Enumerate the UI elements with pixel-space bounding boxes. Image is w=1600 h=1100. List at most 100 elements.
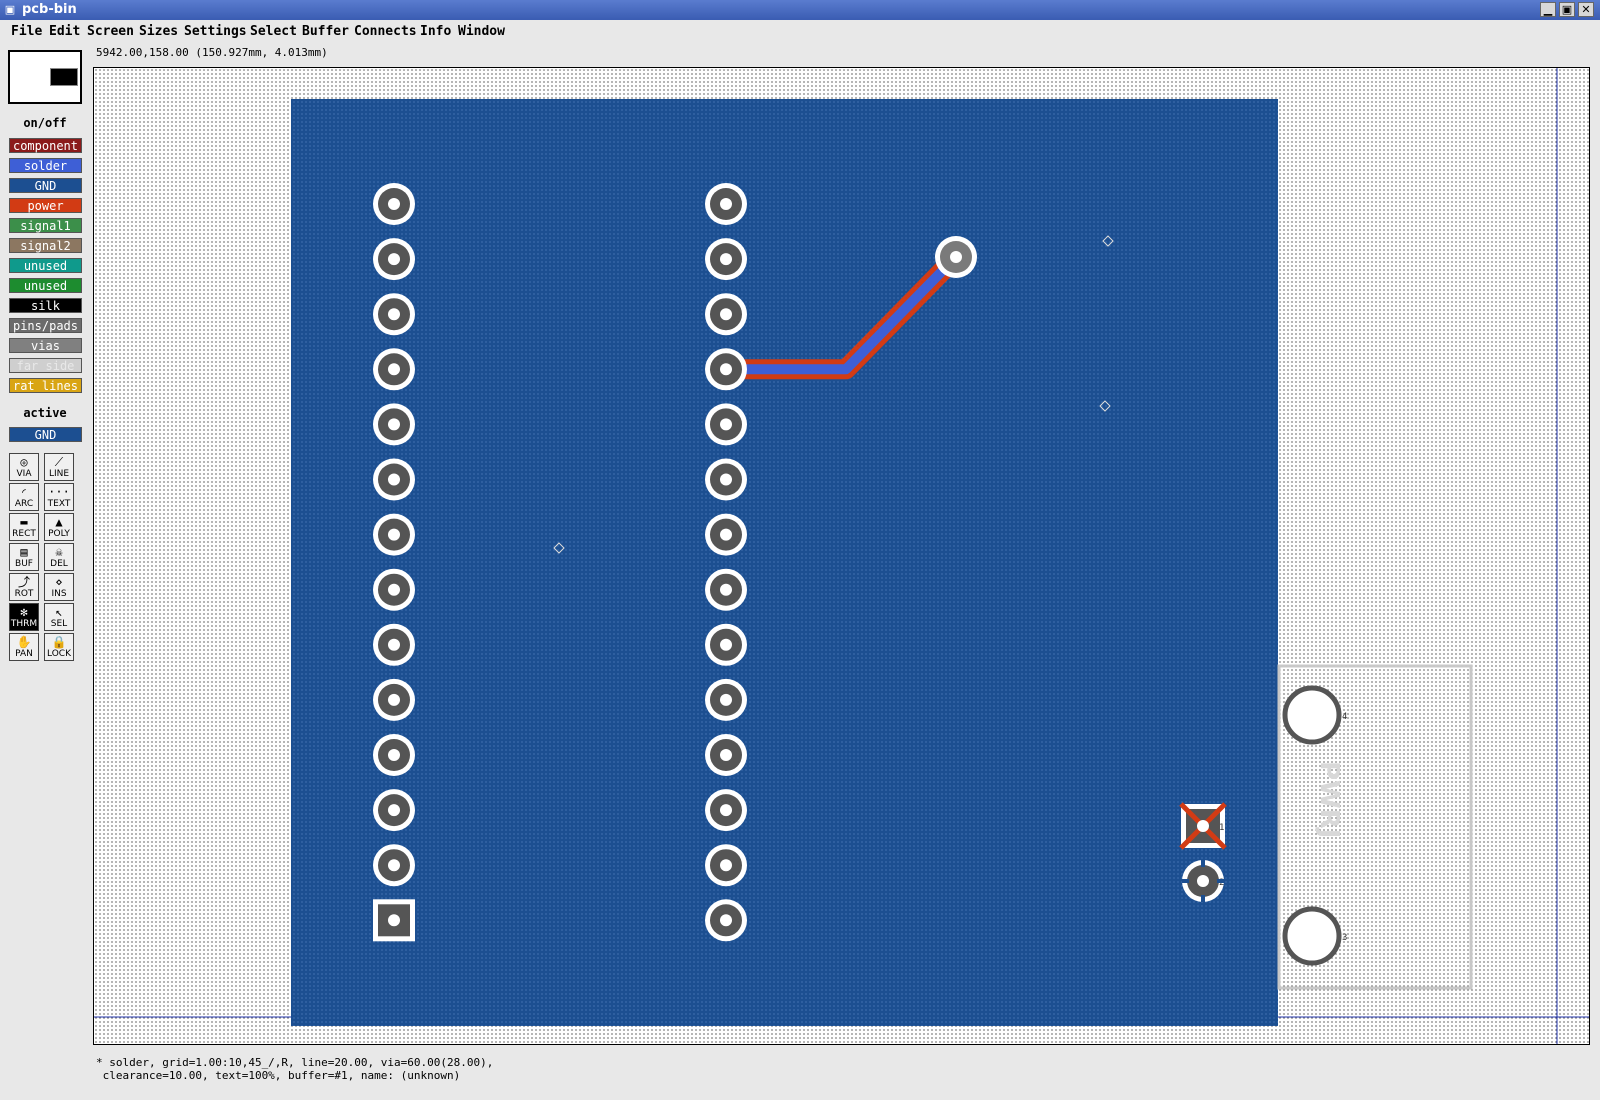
menu-settings[interactable]: Settings [184, 24, 247, 39]
menu-info[interactable]: Info [420, 24, 451, 39]
menu-window[interactable]: Window [458, 24, 505, 39]
active-label: active [23, 406, 67, 420]
menu-screen[interactable]: Screen [87, 24, 134, 39]
menu-connects[interactable]: Connects [354, 24, 417, 39]
header-pin-right-5[interactable] [705, 403, 747, 446]
pan-tool[interactable]: ✋ PAN [9, 633, 39, 661]
jack-pin-2-drill [1197, 875, 1209, 887]
header-pin-right-11-drill [720, 749, 732, 761]
text-tool[interactable]: ··· TEXT [44, 483, 74, 511]
status-line-2: clearance=10.00, text=100%, buffer=#1, n… [96, 1069, 461, 1082]
header-pin-left-7[interactable] [373, 513, 415, 556]
layer-toggle-silk[interactable]: silk [9, 298, 82, 313]
insert-tool[interactable]: ⋄ INS [44, 573, 74, 601]
layer-toggle-unused[interactable]: unused [9, 258, 82, 273]
poly-icon: ▲ [55, 515, 63, 529]
header-pin-left-12[interactable] [373, 789, 415, 832]
poly-tool[interactable]: ▲ POLY [44, 513, 74, 541]
header-pin-left-11[interactable] [373, 734, 415, 776]
via-tool[interactable]: ◎ VIA [9, 453, 39, 481]
header-pin-left-14[interactable] [373, 899, 415, 942]
header-pin-left-1-drill [388, 198, 400, 210]
line-tool[interactable]: ⟋ LINE [44, 453, 74, 481]
header-pin-right-1[interactable] [705, 183, 747, 225]
close-button[interactable]: ✕ [1578, 2, 1594, 17]
header-pin-right-13[interactable] [705, 844, 747, 887]
layer-toggle-power[interactable]: power [9, 198, 82, 213]
window-title: pcb-bin [22, 2, 77, 17]
pcb-board-svg[interactable]: PWRJ 1234 [94, 68, 1590, 1045]
pan-tool-label: PAN [15, 649, 33, 659]
via-tool-label: VIA [16, 469, 32, 479]
jack-pin-1[interactable]: 1 [1179, 802, 1227, 850]
minimize-button[interactable]: ▁ [1540, 2, 1556, 17]
layer-toggle-far-side[interactable]: far side [9, 358, 82, 373]
header-pin-left-9[interactable] [373, 623, 415, 666]
via-icon: ◎ [20, 455, 28, 469]
maximize-button[interactable]: ▣ [1559, 2, 1575, 17]
header-pin-right-8[interactable] [705, 568, 747, 611]
header-pin-left-13[interactable] [373, 844, 415, 887]
header-pin-right-3[interactable] [705, 293, 747, 336]
layer-toggle-signal2[interactable]: signal2 [9, 238, 82, 253]
jack-pin-4-number: 4 [1342, 712, 1347, 722]
layer-toggle-solder[interactable]: solder [9, 158, 82, 173]
header-pin-right-2-drill [720, 253, 732, 266]
header-pin-left-1[interactable] [373, 183, 415, 225]
menu-select[interactable]: Select [250, 24, 297, 39]
pcb-canvas[interactable]: PWRJ 1234 [93, 67, 1590, 1045]
active-layer-button[interactable]: GND [9, 427, 82, 442]
menu-edit[interactable]: Edit [49, 24, 80, 39]
rect-tool-label: RECT [12, 529, 36, 539]
arc-tool[interactable]: ◜ ARC [9, 483, 39, 511]
header-pin-right-14[interactable] [705, 899, 747, 942]
header-pin-left-6[interactable] [373, 458, 415, 501]
jack-pin-4[interactable]: 4 [1282, 685, 1347, 745]
layer-toggle-signal1[interactable]: signal1 [9, 218, 82, 233]
lock-tool[interactable]: 🔒 LOCK [44, 633, 74, 661]
header-pin-left-8-drill [388, 583, 400, 596]
header-pin-right-11[interactable] [705, 734, 747, 776]
header-pin-left-5[interactable] [373, 403, 415, 446]
board-preview[interactable] [8, 50, 82, 104]
jack-pin-3[interactable]: 3 [1282, 906, 1347, 966]
insert-tool-label: INS [51, 589, 67, 599]
status-bar: * solder, grid=1.00:10,45_/,R, line=20.0… [96, 1056, 493, 1082]
header-pin-left-2[interactable] [373, 238, 415, 281]
header-pin-left-8[interactable] [373, 568, 415, 611]
layer-toggle-vias[interactable]: vias [9, 338, 82, 353]
rect-icon: ▬ [20, 515, 28, 529]
layer-toggle-rat-lines[interactable]: rat lines [9, 378, 82, 393]
delete-tool[interactable]: ☠ DEL [44, 543, 74, 571]
header-pin-left-3[interactable] [373, 293, 415, 336]
header-pin-right-2[interactable] [705, 238, 747, 281]
thermal-tool[interactable]: ✻ THRM [9, 603, 39, 631]
menu-buffer[interactable]: Buffer [302, 24, 349, 39]
menu-sizes[interactable]: Sizes [139, 24, 178, 39]
header-pin-right-8-drill [720, 583, 732, 596]
header-pin-left-4[interactable] [373, 348, 415, 391]
menu-file[interactable]: File [11, 24, 42, 39]
header-pin-right-7[interactable] [705, 513, 747, 556]
header-pin-left-11-drill [388, 749, 400, 761]
jack-pin-3-number: 3 [1342, 933, 1347, 943]
via-pad[interactable] [935, 236, 977, 278]
onoff-label: on/off [23, 116, 67, 130]
select-tool-label: SEL [50, 619, 68, 629]
select-tool[interactable]: ↖ SEL [44, 603, 74, 631]
rect-tool[interactable]: ▬ RECT [9, 513, 39, 541]
layer-toggle-gnd[interactable]: GND [9, 178, 82, 193]
rotate-tool[interactable]: ⤴ ROT [9, 573, 39, 601]
header-pin-right-6[interactable] [705, 458, 747, 501]
header-pin-right-12[interactable] [705, 789, 747, 832]
buffer-tool[interactable]: ▤ BUF [9, 543, 39, 571]
header-pin-left-10[interactable] [373, 678, 415, 721]
header-pin-right-10-drill [720, 693, 732, 706]
header-pin-right-7-drill [720, 528, 732, 541]
layer-toggle-component[interactable]: component [9, 138, 82, 153]
header-pin-right-10[interactable] [705, 678, 747, 721]
layer-toggle-pins-pads[interactable]: pins/pads [9, 318, 82, 333]
layer-toggle-unused[interactable]: unused [9, 278, 82, 293]
header-pin-right-4[interactable] [705, 348, 747, 391]
header-pin-right-9[interactable] [705, 623, 747, 666]
